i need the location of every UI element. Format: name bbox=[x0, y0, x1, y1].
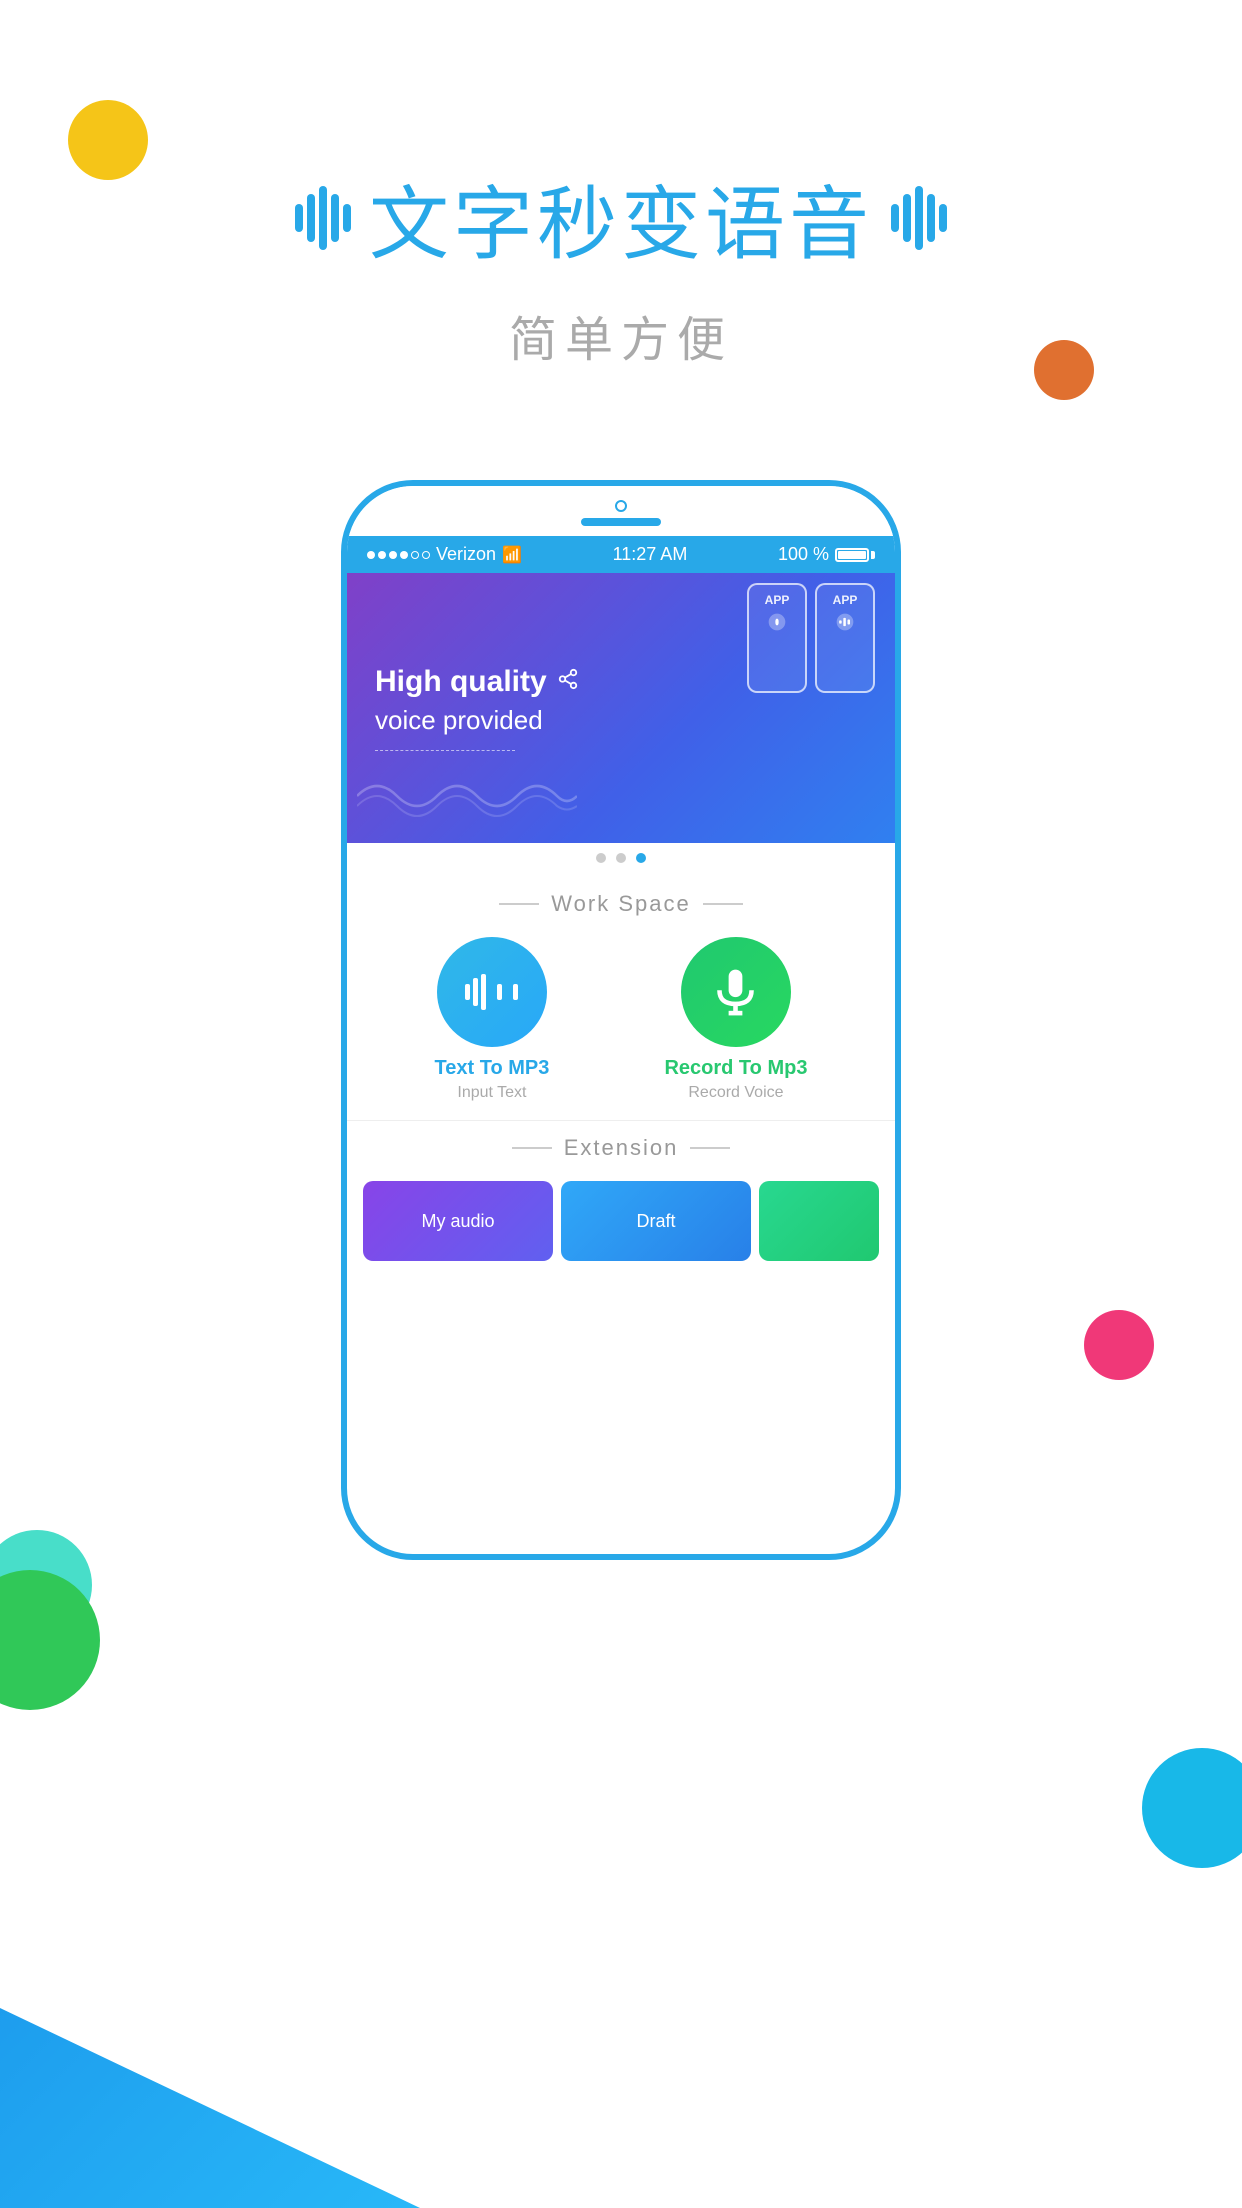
banner-text: High quality voice provided bbox=[375, 665, 579, 751]
workspace-item-record[interactable]: Record To Mp3 Record Voice bbox=[664, 937, 807, 1102]
main-title: 文字秒变语音 bbox=[369, 160, 873, 276]
signal-dot bbox=[367, 551, 375, 559]
signal-dot-empty bbox=[411, 551, 419, 559]
indicator-dot-3 bbox=[636, 853, 646, 863]
tts-bar bbox=[513, 984, 518, 1000]
battery-box bbox=[835, 548, 875, 562]
workspace-title: Work Space bbox=[551, 891, 690, 917]
extension-section: Extension My audio Draft bbox=[347, 1121, 895, 1261]
record-label: Record To Mp3 bbox=[664, 1057, 807, 1080]
workspace-section: Work Space bbox=[347, 873, 895, 1120]
wave-icon-right bbox=[891, 186, 947, 250]
indicator-dot-2 bbox=[616, 853, 626, 863]
wave-bar bbox=[915, 186, 923, 250]
workspace-item-tts[interactable]: Text To MP3 Input Text bbox=[435, 937, 550, 1102]
share-icon bbox=[557, 668, 579, 696]
mic-mini-icon bbox=[767, 612, 787, 632]
deco-pink-circle bbox=[1084, 1310, 1154, 1380]
mini-phone-label: APP bbox=[765, 593, 790, 607]
tts-bar bbox=[497, 984, 502, 1000]
ext-audio-label: My audio bbox=[421, 1211, 494, 1232]
carrier-label: Verizon bbox=[436, 544, 496, 565]
wave-bar bbox=[891, 204, 899, 232]
ext-card-extra[interactable] bbox=[759, 1181, 879, 1261]
header-section: 文字秒变语音 简单方便 bbox=[0, 160, 1242, 370]
ext-card-audio[interactable]: My audio bbox=[363, 1181, 553, 1261]
mini-phone-label-2: APP bbox=[833, 593, 858, 607]
wave-bar bbox=[295, 204, 303, 232]
signal-dot bbox=[400, 551, 408, 559]
signal-dot bbox=[378, 551, 386, 559]
wave-decoration bbox=[357, 771, 577, 821]
time-label: 11:27 AM bbox=[613, 544, 688, 565]
tts-icon-circle bbox=[437, 937, 547, 1047]
battery-fill bbox=[838, 551, 866, 559]
mini-phone-1: APP bbox=[747, 583, 807, 693]
tts-bar bbox=[481, 974, 486, 1010]
right-dash bbox=[703, 903, 743, 905]
signal-dot-empty bbox=[422, 551, 430, 559]
extension-title: Extension bbox=[564, 1135, 679, 1161]
banner-dots-line bbox=[375, 750, 515, 751]
wave-bar bbox=[903, 194, 911, 242]
deco-blue-shape bbox=[0, 1708, 420, 2208]
ext-left-dash bbox=[512, 1147, 552, 1149]
ext-right-dash bbox=[690, 1147, 730, 1149]
wave-icon-left bbox=[295, 186, 351, 250]
record-sublabel: Record Voice bbox=[688, 1084, 783, 1102]
header-title-row: 文字秒变语音 bbox=[0, 160, 1242, 276]
wave-bar bbox=[343, 204, 351, 232]
extension-title-row: Extension bbox=[363, 1135, 879, 1161]
battery-label: 100 % bbox=[778, 544, 829, 565]
banner-phone-graphic: APP APP bbox=[747, 583, 875, 703]
mini-phone-2: APP bbox=[815, 583, 875, 693]
phone-camera bbox=[615, 500, 627, 512]
mic-icon bbox=[708, 965, 763, 1020]
wave-bar bbox=[331, 194, 339, 242]
indicator-dot-1 bbox=[596, 853, 606, 863]
tts-sublabel: Input Text bbox=[457, 1084, 526, 1102]
battery-tip bbox=[871, 551, 875, 559]
phone-mockup: Verizon 📶 11:27 AM 100 % bbox=[341, 480, 901, 1560]
signal-dot bbox=[389, 551, 397, 559]
deco-cyan-circle bbox=[1142, 1748, 1242, 1868]
sub-title: 简单方便 bbox=[0, 300, 1242, 370]
wave-bar bbox=[927, 194, 935, 242]
extension-cards: My audio Draft bbox=[363, 1181, 879, 1261]
status-right: 100 % bbox=[778, 544, 875, 565]
banner-subtitle: voice provided bbox=[375, 705, 579, 736]
tts-wave-icon bbox=[465, 974, 518, 1010]
wave-bar bbox=[319, 186, 327, 250]
signal-dots bbox=[367, 551, 430, 559]
status-left: Verizon 📶 bbox=[367, 544, 522, 565]
tts-bar bbox=[465, 984, 470, 1000]
tts-bar bbox=[473, 978, 478, 1006]
phone-top bbox=[347, 486, 895, 536]
workspace-title-row: Work Space bbox=[367, 891, 875, 917]
record-icon-circle bbox=[681, 937, 791, 1047]
left-dash bbox=[499, 903, 539, 905]
banner: High quality voice provided bbox=[347, 573, 895, 843]
banner-title-text: High quality bbox=[375, 665, 547, 699]
phone-screen: Verizon 📶 11:27 AM 100 % bbox=[341, 480, 901, 1560]
wave-bar bbox=[939, 204, 947, 232]
tts-label: Text To MP3 bbox=[435, 1057, 550, 1080]
ext-card-draft[interactable]: Draft bbox=[561, 1181, 751, 1261]
phone-speaker bbox=[581, 518, 661, 526]
workspace-items: Text To MP3 Input Text Record To Mp3 bbox=[367, 937, 875, 1102]
status-bar: Verizon 📶 11:27 AM 100 % bbox=[347, 536, 895, 573]
battery-body bbox=[835, 548, 869, 562]
banner-indicators bbox=[347, 843, 895, 873]
wifi-icon: 📶 bbox=[502, 545, 522, 565]
banner-title: High quality bbox=[375, 665, 579, 699]
wave-bar bbox=[307, 194, 315, 242]
ext-draft-label: Draft bbox=[636, 1211, 675, 1232]
wave-mini-icon bbox=[835, 612, 855, 632]
